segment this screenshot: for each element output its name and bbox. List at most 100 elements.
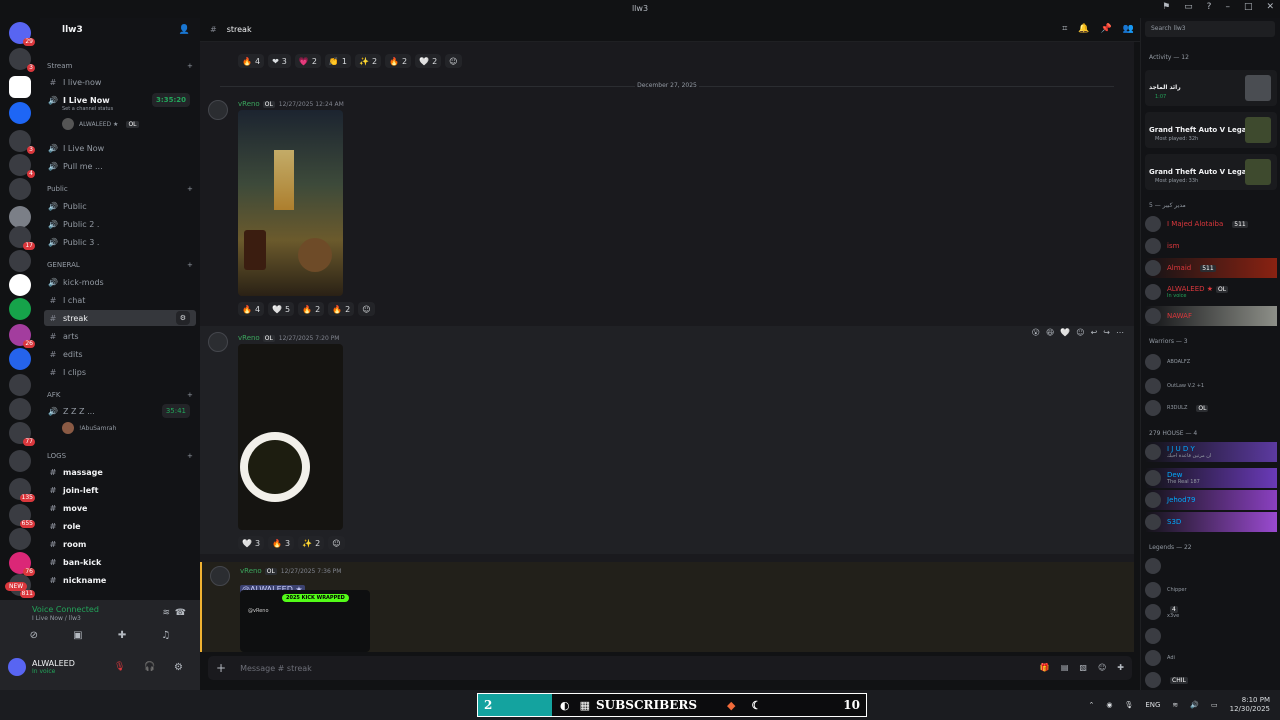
image-attachment[interactable]: 2025 KICK WRAPPED @vReno	[240, 590, 370, 652]
server-icon[interactable]	[9, 250, 31, 272]
member[interactable]: I J U D Y ان مرتين قاعدة احبك	[1145, 442, 1277, 462]
server-icon[interactable]: 655	[9, 504, 35, 528]
reaction[interactable]: 🔥 2	[328, 302, 355, 316]
author-name[interactable]: vReno	[238, 334, 260, 342]
emoji-icon[interactable]: ☺	[1098, 663, 1106, 672]
current-user[interactable]: ALWALEED In voice	[8, 658, 75, 676]
server-icon[interactable]: 4	[9, 154, 35, 178]
store-icon[interactable]: ▦	[580, 699, 590, 712]
disconnect-icon[interactable]: ☎	[175, 608, 186, 618]
voice-channel-public-3[interactable]: 🔊 Public 3 .	[44, 234, 196, 250]
voice-user[interactable]: !AbuSamrah	[58, 420, 196, 436]
activity-card[interactable]: رائد الماجد 1:07	[1145, 70, 1277, 106]
member[interactable]	[1145, 626, 1277, 646]
more-icon[interactable]: ⋯	[1116, 328, 1124, 337]
maximize-button[interactable]: □	[1244, 2, 1253, 12]
mic-icon[interactable]: 🎙	[1124, 701, 1133, 709]
member[interactable]	[1145, 556, 1277, 576]
category-public[interactable]: Public +	[47, 185, 193, 193]
add-reaction-icon[interactable]: ☺	[328, 536, 345, 550]
reaction[interactable]: 💗 2	[294, 54, 321, 68]
screen-icon[interactable]: ▭	[1184, 2, 1193, 12]
channel-clips[interactable]: # I clips	[44, 364, 196, 380]
members-icon[interactable]: 👥	[1123, 24, 1134, 34]
reaction[interactable]: ❤ 3	[268, 54, 291, 68]
member[interactable]: Almaid 511	[1145, 258, 1277, 278]
reaction[interactable]: ✨ 2	[298, 536, 325, 550]
reaction[interactable]: 🤍 3	[238, 536, 265, 550]
volume-icon[interactable]: 🔊	[1190, 701, 1199, 709]
channel-kick-mods[interactable]: 🔊 kick-mods	[44, 274, 196, 290]
server-icon[interactable]	[9, 298, 31, 320]
server-icon[interactable]: 26	[9, 324, 35, 348]
avatar[interactable]	[208, 100, 228, 120]
forward-icon[interactable]: ↪	[1103, 328, 1110, 337]
member[interactable]: NAWAF	[1145, 306, 1277, 326]
server-icon[interactable]: 3	[9, 130, 35, 154]
server-icon[interactable]	[9, 348, 31, 370]
new-badge[interactable]: NEW	[5, 582, 28, 591]
channel-status[interactable]: Set a channel status	[62, 106, 113, 112]
member[interactable]: ABOALFZ	[1145, 352, 1277, 372]
author-name[interactable]: vReno	[238, 100, 260, 108]
pin-icon[interactable]: 📌	[1101, 24, 1112, 34]
screen-share-icon[interactable]: ▣	[73, 630, 82, 641]
edge-icon[interactable]: ◐	[560, 699, 570, 712]
reply-icon[interactable]: ↩	[1091, 328, 1098, 337]
channel-massage[interactable]: # massage	[44, 464, 196, 480]
add-member-icon[interactable]: 👤	[179, 25, 190, 35]
member[interactable]: Chipper	[1145, 580, 1277, 600]
avatar[interactable]	[208, 332, 228, 352]
add-reaction-icon[interactable]: ☺	[1076, 328, 1084, 337]
bell-icon[interactable]: 🔔	[1078, 24, 1089, 34]
chevron-up-icon[interactable]: ⌃	[1088, 701, 1094, 709]
minimize-button[interactable]: –	[1225, 2, 1230, 12]
threads-icon[interactable]: ⌗	[1062, 24, 1067, 34]
server-icon[interactable]	[9, 102, 31, 124]
channel-streak[interactable]: # streak ⚙	[44, 310, 196, 326]
channel-join-left[interactable]: # join-left	[44, 482, 196, 498]
mute-icon[interactable]: 🎙	[114, 662, 125, 672]
server-icon[interactable]: 77	[9, 422, 35, 446]
member[interactable]: Adi	[1145, 648, 1277, 668]
server-icon[interactable]: 3	[9, 48, 35, 72]
add-channel-icon[interactable]: +	[187, 185, 193, 193]
channel-chat[interactable]: # I chat	[44, 292, 196, 308]
channel-settings-icon[interactable]: ⚙	[175, 311, 190, 325]
help-icon[interactable]: ?	[1207, 2, 1212, 12]
server-icon[interactable]: 17	[9, 226, 35, 250]
voice-channel-public-2[interactable]: 🔊 Public 2 .	[44, 216, 196, 232]
category-logs[interactable]: LOGS +	[47, 452, 193, 460]
server-header[interactable]: llw3 👤	[40, 18, 200, 42]
reaction[interactable]: 🔥 4	[238, 54, 265, 68]
image-attachment[interactable]	[238, 110, 343, 296]
server-icon[interactable]	[9, 206, 31, 228]
add-attachment-icon[interactable]: +	[216, 661, 226, 675]
voice-connected-label[interactable]: Voice Connected	[32, 605, 99, 614]
server-icon[interactable]	[9, 178, 31, 200]
activity-card[interactable]: Grand Theft Auto V Legacy Most played: 3…	[1145, 154, 1277, 190]
voice-channel-live-now-2[interactable]: 🔊 I Live Now	[44, 140, 196, 156]
reaction[interactable]: 🤍 5	[268, 302, 295, 316]
channel-nickname[interactable]: # nickname	[44, 572, 196, 588]
reaction-icon[interactable]: 😮	[1032, 328, 1040, 337]
camera-off-icon[interactable]: ⊘	[30, 630, 38, 641]
close-button[interactable]: ✕	[1266, 2, 1274, 12]
gif-icon[interactable]: ▤	[1061, 663, 1069, 672]
home-button[interactable]: 29	[9, 22, 35, 46]
server-icon[interactable]	[9, 528, 31, 550]
server-icon[interactable]	[9, 398, 31, 420]
member[interactable]: S3D	[1145, 512, 1277, 532]
voice-channel-pull-me[interactable]: 🔊 Pull me ...	[44, 158, 196, 174]
avatar[interactable]	[210, 566, 230, 586]
server-icon-active[interactable]	[9, 76, 31, 98]
author-name[interactable]: vReno	[240, 567, 262, 575]
member[interactable]: 4 x3ve	[1145, 602, 1277, 622]
category-afk[interactable]: AFK +	[47, 391, 193, 399]
category-stream[interactable]: Stream +	[47, 62, 193, 70]
settings-gear-icon[interactable]: ⚙	[174, 662, 183, 673]
reaction[interactable]: 🔥 4	[238, 302, 265, 316]
activity-card[interactable]: Grand Theft Auto V Legacy Most played: 3…	[1145, 112, 1277, 148]
channel-room[interactable]: # room	[44, 536, 196, 552]
channel-arts[interactable]: # arts	[44, 328, 196, 344]
